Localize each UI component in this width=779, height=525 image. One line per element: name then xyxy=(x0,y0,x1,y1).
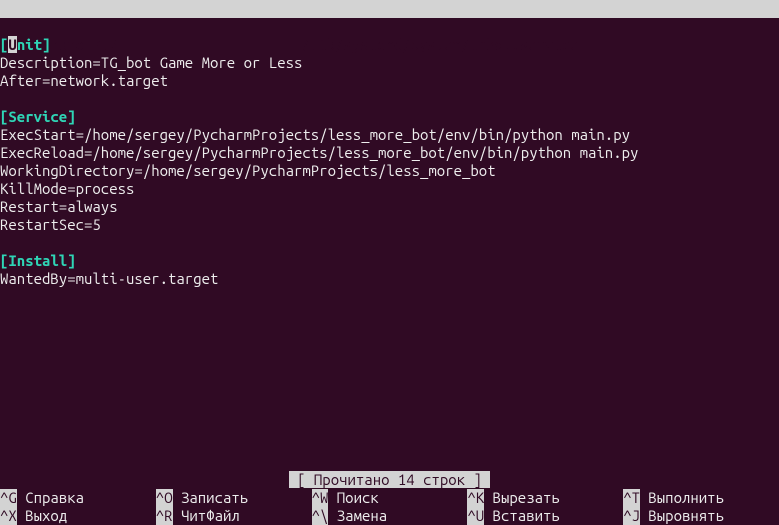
shortcut-label: Вырезать xyxy=(484,489,623,507)
shortcut-search[interactable]: ^WПоиск xyxy=(312,489,468,507)
shortcut-exit[interactable]: ^XВыход xyxy=(0,507,156,525)
shortcut-writeout[interactable]: ^OЗаписать xyxy=(156,489,312,507)
shortcut-readfile[interactable]: ^RЧитФайл xyxy=(156,507,312,525)
section-service: [Service] xyxy=(0,108,76,125)
title-bar: GNU nano 7.2 /lib/systemd/system/lmbot.s… xyxy=(0,0,779,18)
file-line: WantedBy=multi-user.target xyxy=(0,270,218,287)
file-line: Description=TG_bot Game More or Less xyxy=(0,54,302,71)
shortcut-replace[interactable]: ^\Замена xyxy=(312,507,468,525)
shortcut-label: Выход xyxy=(17,507,156,525)
file-line: ExecReload=/home/sergey/PycharmProjects/… xyxy=(0,144,638,161)
shortcut-help[interactable]: ^GСправка xyxy=(0,489,156,507)
shortcut-bar: ^GСправка ^OЗаписать ^WПоиск ^KВырезать … xyxy=(0,489,779,525)
shortcut-key: ^U xyxy=(467,507,484,525)
shortcut-label: ЧитФайл xyxy=(173,507,312,525)
status-line: [ Прочитано 14 строк ] xyxy=(0,471,779,489)
shortcut-label: Выполнить xyxy=(640,489,779,507)
shortcut-justify[interactable]: ^JВыровнять xyxy=(623,507,779,525)
editor-area[interactable]: [Unit] Description=TG_bot Game More or L… xyxy=(0,18,779,288)
shortcut-key: ^\ xyxy=(312,507,329,525)
file-line: RestartSec=5 xyxy=(0,216,101,233)
shortcut-label: Выровнять xyxy=(640,507,779,525)
file-line: Restart=always xyxy=(0,198,118,215)
section-unit-rest: nit] xyxy=(17,36,51,53)
shortcut-key: ^X xyxy=(0,507,17,525)
file-line: WorkingDirectory=/home/sergey/PycharmPro… xyxy=(0,162,496,179)
file-line: KillMode=process xyxy=(0,180,134,197)
shortcut-key: ^J xyxy=(623,507,640,525)
shortcut-label: Вставить xyxy=(484,507,623,525)
shortcut-key: ^T xyxy=(623,489,640,507)
shortcut-execute[interactable]: ^TВыполнить xyxy=(623,489,779,507)
cursor-highlight: U xyxy=(8,36,16,53)
shortcut-label: Поиск xyxy=(328,489,467,507)
shortcut-label: Записать xyxy=(173,489,312,507)
shortcut-key: ^K xyxy=(467,489,484,507)
status-message: [ Прочитано 14 строк ] xyxy=(289,471,491,488)
file-line: After=network.target xyxy=(0,72,168,89)
shortcut-key: ^O xyxy=(156,489,173,507)
shortcut-cut[interactable]: ^KВырезать xyxy=(467,489,623,507)
section-install: [Install] xyxy=(0,252,76,269)
shortcut-label: Справка xyxy=(17,489,156,507)
shortcut-key: ^W xyxy=(312,489,329,507)
shortcut-row: ^GСправка ^OЗаписать ^WПоиск ^KВырезать … xyxy=(0,489,779,507)
shortcut-paste[interactable]: ^UВставить xyxy=(467,507,623,525)
bottom-bar: [ Прочитано 14 строк ] ^GСправка ^OЗапис… xyxy=(0,471,779,525)
shortcut-key: ^G xyxy=(0,489,17,507)
file-path: /lib/systemd/system/lmbot.service xyxy=(118,36,763,54)
shortcut-label: Замена xyxy=(328,507,467,525)
shortcut-row: ^XВыход ^RЧитФайл ^\Замена ^UВставить ^J… xyxy=(0,507,779,525)
file-line: ExecStart=/home/sergey/PycharmProjects/l… xyxy=(0,126,630,143)
shortcut-key: ^R xyxy=(156,507,173,525)
